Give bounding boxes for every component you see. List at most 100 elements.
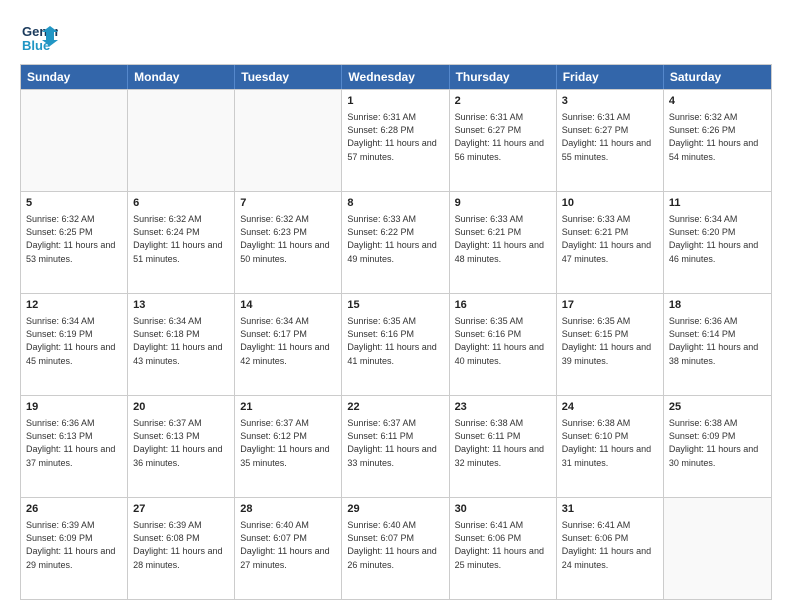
- header-day-tuesday: Tuesday: [235, 65, 342, 89]
- empty-cell: [664, 498, 771, 599]
- day-number: 1: [347, 94, 443, 109]
- day-number: 14: [240, 298, 336, 313]
- day-info: Sunrise: 6:32 AM Sunset: 6:23 PM Dayligh…: [240, 213, 336, 265]
- header-day-friday: Friday: [557, 65, 664, 89]
- day-cell-30: 30Sunrise: 6:41 AM Sunset: 6:06 PM Dayli…: [450, 498, 557, 599]
- day-number: 13: [133, 298, 229, 313]
- day-number: 15: [347, 298, 443, 313]
- day-cell-24: 24Sunrise: 6:38 AM Sunset: 6:10 PM Dayli…: [557, 396, 664, 497]
- day-number: 31: [562, 502, 658, 517]
- header: General Blue: [20, 18, 772, 56]
- day-number: 16: [455, 298, 551, 313]
- day-cell-6: 6 Sunrise: 6:32 AM Sunset: 6:24 PM Daylig…: [128, 192, 235, 293]
- day-number: 21: [240, 400, 336, 415]
- day-info: Sunrise: 6:39 AM Sunset: 6:08 PM Dayligh…: [133, 519, 229, 571]
- day-number: 17: [562, 298, 658, 313]
- day-info: Sunrise: 6:38 AM Sunset: 6:10 PM Dayligh…: [562, 417, 658, 469]
- day-info: Sunrise: 6:32 AM Sunset: 6:26 PM Dayligh…: [669, 111, 766, 163]
- day-cell-31: 31 Sunrise: 6:41 AM Sunset: 6:06 PM Dayli…: [557, 498, 664, 599]
- day-number: 30: [455, 502, 551, 517]
- empty-cell: [128, 90, 235, 191]
- day-cell-1: 1 Sunrise: 6:31 AM Sunset: 6:28 PM Daylig…: [342, 90, 449, 191]
- day-number: 20: [133, 400, 229, 415]
- empty-cell: [235, 90, 342, 191]
- day-number: 3: [562, 94, 658, 109]
- day-info: Sunrise: 6:40 AM Sunset: 6:07 PM Dayligh…: [347, 519, 443, 571]
- day-cell-28: 28Sunrise: 6:40 AM Sunset: 6:07 PM Dayli…: [235, 498, 342, 599]
- day-info: Sunrise: 6:31 AM Sunset: 6:28 PM Dayligh…: [347, 111, 443, 163]
- day-info: Sunrise: 6:39 AM Sunset: 6:09 PM Dayligh…: [26, 519, 122, 571]
- day-info: Sunrise: 6:33 AM Sunset: 6:21 PM Dayligh…: [455, 213, 551, 265]
- day-cell-19: 19 Sunrise: 6:36 AM Sunset: 6:13 PM Dayli…: [21, 396, 128, 497]
- day-info: Sunrise: 6:32 AM Sunset: 6:25 PM Dayligh…: [26, 213, 122, 265]
- day-cell-20: 20 Sunrise: 6:37 AM Sunset: 6:13 PM Dayli…: [128, 396, 235, 497]
- day-info: Sunrise: 6:33 AM Sunset: 6:21 PM Dayligh…: [562, 213, 658, 265]
- header-day-thursday: Thursday: [450, 65, 557, 89]
- day-cell-12: 12 Sunrise: 6:34 AM Sunset: 6:19 PM Dayli…: [21, 294, 128, 395]
- day-info: Sunrise: 6:34 AM Sunset: 6:20 PM Dayligh…: [669, 213, 766, 265]
- day-info: Sunrise: 6:40 AM Sunset: 6:07 PM Dayligh…: [240, 519, 336, 571]
- day-cell-15: 15 Sunrise: 6:35 AM Sunset: 6:16 PM Dayli…: [342, 294, 449, 395]
- day-number: 10: [562, 196, 658, 211]
- day-info: Sunrise: 6:35 AM Sunset: 6:16 PM Dayligh…: [347, 315, 443, 367]
- day-cell-11: 11 Sunrise: 6:34 AM Sunset: 6:20 PM Dayli…: [664, 192, 771, 293]
- day-cell-22: 22Sunrise: 6:37 AM Sunset: 6:11 PM Dayli…: [342, 396, 449, 497]
- day-number: 9: [455, 196, 551, 211]
- empty-cell: [21, 90, 128, 191]
- week-row-1: 1 Sunrise: 6:31 AM Sunset: 6:28 PM Daylig…: [21, 89, 771, 191]
- logo: General Blue: [20, 18, 58, 56]
- day-info: Sunrise: 6:32 AM Sunset: 6:24 PM Dayligh…: [133, 213, 229, 265]
- day-info: Sunrise: 6:35 AM Sunset: 6:15 PM Dayligh…: [562, 315, 658, 367]
- day-number: 5: [26, 196, 122, 211]
- day-info: Sunrise: 6:31 AM Sunset: 6:27 PM Dayligh…: [455, 111, 551, 163]
- day-info: Sunrise: 6:34 AM Sunset: 6:17 PM Dayligh…: [240, 315, 336, 367]
- day-cell-23: 23Sunrise: 6:38 AM Sunset: 6:11 PM Dayli…: [450, 396, 557, 497]
- day-cell-16: 16Sunrise: 6:35 AM Sunset: 6:16 PM Dayli…: [450, 294, 557, 395]
- day-number: 11: [669, 196, 766, 211]
- day-cell-21: 21Sunrise: 6:37 AM Sunset: 6:12 PM Dayli…: [235, 396, 342, 497]
- day-info: Sunrise: 6:34 AM Sunset: 6:19 PM Dayligh…: [26, 315, 122, 367]
- day-info: Sunrise: 6:41 AM Sunset: 6:06 PM Dayligh…: [562, 519, 658, 571]
- day-cell-14: 14 Sunrise: 6:34 AM Sunset: 6:17 PM Dayli…: [235, 294, 342, 395]
- day-number: 8: [347, 196, 443, 211]
- header-day-sunday: Sunday: [21, 65, 128, 89]
- day-number: 19: [26, 400, 122, 415]
- day-number: 4: [669, 94, 766, 109]
- day-info: Sunrise: 6:33 AM Sunset: 6:22 PM Dayligh…: [347, 213, 443, 265]
- day-number: 6: [133, 196, 229, 211]
- day-cell-7: 7 Sunrise: 6:32 AM Sunset: 6:23 PM Daylig…: [235, 192, 342, 293]
- week-row-3: 12 Sunrise: 6:34 AM Sunset: 6:19 PM Dayli…: [21, 293, 771, 395]
- calendar-header: SundayMondayTuesdayWednesdayThursdayFrid…: [21, 65, 771, 89]
- day-info: Sunrise: 6:31 AM Sunset: 6:27 PM Dayligh…: [562, 111, 658, 163]
- day-number: 18: [669, 298, 766, 313]
- day-cell-10: 10 Sunrise: 6:33 AM Sunset: 6:21 PM Dayli…: [557, 192, 664, 293]
- day-info: Sunrise: 6:37 AM Sunset: 6:13 PM Dayligh…: [133, 417, 229, 469]
- day-cell-13: 13 Sunrise: 6:34 AM Sunset: 6:18 PM Dayli…: [128, 294, 235, 395]
- day-cell-3: 3 Sunrise: 6:31 AM Sunset: 6:27 PM Daylig…: [557, 90, 664, 191]
- day-number: 7: [240, 196, 336, 211]
- day-number: 29: [347, 502, 443, 517]
- day-info: Sunrise: 6:38 AM Sunset: 6:11 PM Dayligh…: [455, 417, 551, 469]
- day-cell-5: 5 Sunrise: 6:32 AM Sunset: 6:25 PM Daylig…: [21, 192, 128, 293]
- day-cell-9: 9 Sunrise: 6:33 AM Sunset: 6:21 PM Daylig…: [450, 192, 557, 293]
- page: General Blue SundayMondayTuesdayWednesda…: [0, 0, 792, 612]
- calendar-body: 1 Sunrise: 6:31 AM Sunset: 6:28 PM Daylig…: [21, 89, 771, 599]
- calendar: SundayMondayTuesdayWednesdayThursdayFrid…: [20, 64, 772, 600]
- day-cell-26: 26Sunrise: 6:39 AM Sunset: 6:09 PM Dayli…: [21, 498, 128, 599]
- day-cell-25: 25 Sunrise: 6:38 AM Sunset: 6:09 PM Dayli…: [664, 396, 771, 497]
- day-cell-2: 2 Sunrise: 6:31 AM Sunset: 6:27 PM Daylig…: [450, 90, 557, 191]
- day-cell-8: 8 Sunrise: 6:33 AM Sunset: 6:22 PM Daylig…: [342, 192, 449, 293]
- week-row-4: 19 Sunrise: 6:36 AM Sunset: 6:13 PM Dayli…: [21, 395, 771, 497]
- day-number: 22: [347, 400, 443, 415]
- day-cell-17: 17 Sunrise: 6:35 AM Sunset: 6:15 PM Dayli…: [557, 294, 664, 395]
- week-row-5: 26Sunrise: 6:39 AM Sunset: 6:09 PM Dayli…: [21, 497, 771, 599]
- day-info: Sunrise: 6:36 AM Sunset: 6:13 PM Dayligh…: [26, 417, 122, 469]
- day-number: 12: [26, 298, 122, 313]
- header-day-saturday: Saturday: [664, 65, 771, 89]
- day-cell-27: 27Sunrise: 6:39 AM Sunset: 6:08 PM Dayli…: [128, 498, 235, 599]
- day-number: 2: [455, 94, 551, 109]
- day-info: Sunrise: 6:38 AM Sunset: 6:09 PM Dayligh…: [669, 417, 766, 469]
- day-info: Sunrise: 6:34 AM Sunset: 6:18 PM Dayligh…: [133, 315, 229, 367]
- day-cell-18: 18Sunrise: 6:36 AM Sunset: 6:14 PM Dayli…: [664, 294, 771, 395]
- day-number: 25: [669, 400, 766, 415]
